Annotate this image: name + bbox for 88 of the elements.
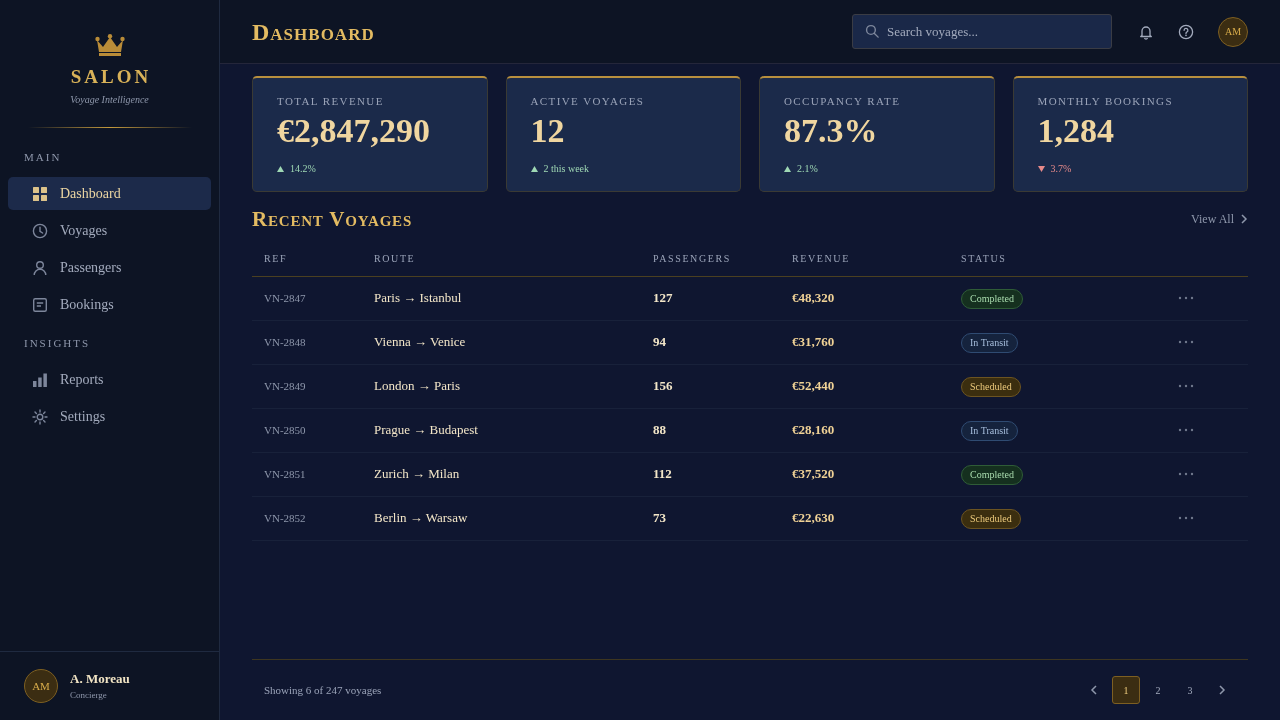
table-cell: 94 xyxy=(641,320,780,364)
more-icon[interactable] xyxy=(1178,384,1194,388)
nav-item[interactable]: Voyages xyxy=(8,214,211,247)
stat-value: 12 xyxy=(530,114,566,148)
bell-icon[interactable] xyxy=(1138,23,1154,40)
table-cell: VN-2848 xyxy=(252,320,362,364)
person-icon xyxy=(32,259,48,276)
settings-icon xyxy=(32,408,48,425)
clock-icon xyxy=(32,222,48,239)
table-cell: €28,160 xyxy=(780,408,949,452)
results-summary: Showing 6 of 247 voyages xyxy=(264,682,382,698)
stat-value: 87.3% xyxy=(784,114,879,148)
stat-label: OCCUPANCY RATE xyxy=(784,96,902,107)
more-icon[interactable] xyxy=(1178,296,1194,300)
nav-item[interactable]: Bookings xyxy=(8,288,211,321)
chevron-left-icon[interactable] xyxy=(1090,685,1098,695)
table-cell: Zurich → Milan xyxy=(362,452,641,496)
page-button[interactable]: 1 xyxy=(1112,676,1140,704)
status-badge: In Transit xyxy=(961,420,1018,441)
grid-icon xyxy=(32,185,48,202)
stat-change: 14.2% xyxy=(290,164,316,174)
status-badge: In Transit xyxy=(961,332,1018,353)
status-badge: Completed xyxy=(961,288,1023,309)
table-cell: London → Paris xyxy=(362,364,641,408)
table-cell: VN-2850 xyxy=(252,408,362,452)
search-icon xyxy=(865,24,879,38)
crown-icon xyxy=(94,34,125,56)
user-role: Concierge xyxy=(70,689,108,701)
help-icon[interactable] xyxy=(1178,23,1194,40)
more-icon[interactable] xyxy=(1178,472,1194,476)
stat-label: ACTIVE VOYAGES xyxy=(530,96,646,107)
stat-change: 2 this week xyxy=(543,164,590,174)
user-avatar[interactable]: AM xyxy=(1218,16,1248,47)
nav-item[interactable]: Passengers xyxy=(8,251,211,284)
stat-change: 2.1% xyxy=(797,164,818,174)
column-header: REVENUE xyxy=(780,241,949,276)
stat-value: €2,847,290 xyxy=(277,114,431,148)
stat-value: 1,284 xyxy=(1037,114,1115,148)
section-title: Recent Voyages xyxy=(252,208,413,230)
column-header: REF xyxy=(252,241,362,276)
table-cell: €22,630 xyxy=(780,496,949,540)
chevron-right-icon[interactable] xyxy=(1218,685,1226,695)
table-cell: €48,320 xyxy=(780,276,949,320)
table-cell: VN-2849 xyxy=(252,364,362,408)
nav-section-label: MAIN xyxy=(23,152,63,163)
bar-chart-icon xyxy=(32,371,48,388)
stat-label: MONTHLY BOOKINGS xyxy=(1037,96,1174,107)
search-field[interactable]: Search voyages... xyxy=(852,14,1112,49)
user-avatar[interactable]: AM xyxy=(24,669,58,703)
status-badge: Completed xyxy=(961,464,1023,485)
nav-item[interactable]: Settings xyxy=(8,400,211,433)
more-icon[interactable] xyxy=(1178,340,1194,344)
user-name: A. Moreau xyxy=(70,671,130,687)
table-cell: 156 xyxy=(641,364,780,408)
more-icon[interactable] xyxy=(1178,516,1194,520)
table-cell: VN-2847 xyxy=(252,276,362,320)
column-header: PASSENGERS xyxy=(641,241,780,276)
stat-label: TOTAL REVENUE xyxy=(277,96,385,107)
page-title: Dashboard xyxy=(252,19,375,44)
table-cell: Paris → Istanbul xyxy=(362,276,641,320)
view-all-link[interactable]: View All xyxy=(1191,210,1248,228)
chevron-right-icon xyxy=(1240,214,1248,224)
document-icon xyxy=(32,296,48,313)
nav-item[interactable]: Dashboard xyxy=(8,177,211,210)
table-cell: 73 xyxy=(641,496,780,540)
table-cell: 88 xyxy=(641,408,780,452)
table-cell: Berlin → Warsaw xyxy=(362,496,641,540)
table-cell: 112 xyxy=(641,452,780,496)
table-cell: Prague → Budapest xyxy=(362,408,641,452)
stat-change: 3.7% xyxy=(1050,164,1072,174)
brand-name: SALON xyxy=(69,67,152,86)
column-header: STATUS xyxy=(949,241,1166,276)
nav-section-label: INSIGHTS xyxy=(23,338,92,349)
table-cell: Vienna → Venice xyxy=(362,320,641,364)
page-button[interactable]: 2 xyxy=(1144,676,1172,704)
table-cell: VN-2851 xyxy=(252,452,362,496)
table-cell: €37,520 xyxy=(780,452,949,496)
table-cell: €52,440 xyxy=(780,364,949,408)
more-icon[interactable] xyxy=(1178,428,1194,432)
status-badge: Scheduled xyxy=(961,508,1021,529)
table-cell: €31,760 xyxy=(780,320,949,364)
table-cell: 127 xyxy=(641,276,780,320)
nav-item[interactable]: Reports xyxy=(8,363,211,396)
column-header: ROUTE xyxy=(362,241,641,276)
brand-tagline: Voyage Intelligence xyxy=(70,95,149,105)
page-button[interactable]: 3 xyxy=(1176,676,1204,704)
status-badge: Scheduled xyxy=(961,376,1021,397)
table-cell: VN-2852 xyxy=(252,496,362,540)
